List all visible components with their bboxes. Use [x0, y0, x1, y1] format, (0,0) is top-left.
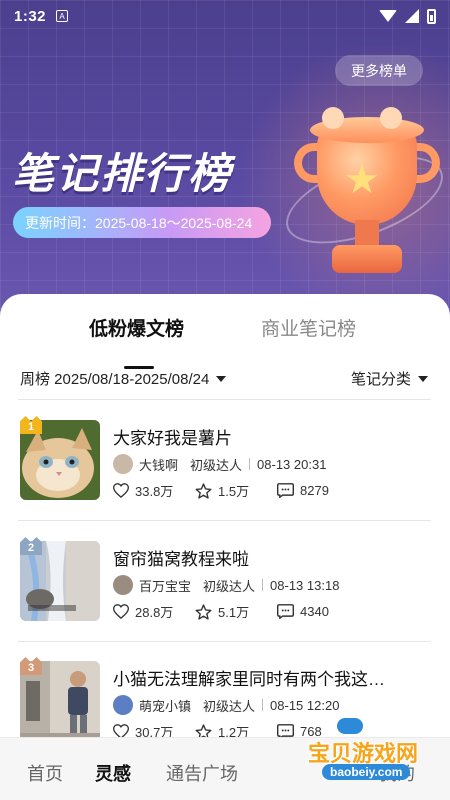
notification-icon: A	[56, 10, 69, 22]
period-label: 周榜 2025/08/18-2025/08/24	[20, 371, 210, 388]
star-outline-icon	[195, 482, 212, 499]
tab-commercial-notes[interactable]: 商业笔记榜	[261, 314, 356, 341]
publish-time: 08-13 13:18	[270, 577, 340, 593]
note-stats: 28.8万 5.1万 4340	[113, 602, 359, 621]
star-icon: ★	[344, 158, 380, 202]
note-title: 小猫无法理解家里同时有两个我这…	[113, 670, 385, 689]
heart-icon	[113, 483, 129, 498]
comment-icon	[277, 604, 294, 619]
site-watermark: 宝贝游戏网 baobeiy.com	[300, 718, 450, 800]
rank-number: 3	[27, 662, 35, 674]
favorites-count: 5.1万	[218, 605, 250, 620]
heart-icon	[113, 724, 129, 739]
signal-icon	[405, 9, 419, 23]
author-level: 初级达人	[203, 578, 256, 594]
rank-number: 1	[27, 421, 35, 433]
rank-number: 2	[27, 542, 35, 554]
period-selector[interactable]: 周榜 2025/08/18-2025/08/24	[20, 368, 227, 389]
note-stats: 33.8万 1.5万 8279	[113, 481, 359, 500]
avatar	[113, 454, 133, 474]
trophy-eye-right	[380, 107, 402, 129]
rank-badge: 3	[20, 657, 42, 675]
status-icons	[379, 8, 436, 24]
rank-badge: 1	[20, 416, 42, 434]
rank-badge: 2	[20, 537, 42, 555]
filter-row: 周榜 2025/08/18-2025/08/24 笔记分类	[0, 368, 450, 390]
comment-icon	[277, 724, 294, 739]
note-item[interactable]: 1 大家好我是薯片 大钱啊 初级达人 08-13 20:31 33.8万 1.5…	[0, 416, 450, 530]
separator	[262, 699, 264, 711]
wifi-icon	[379, 10, 397, 22]
likes-stat: 28.8万	[113, 602, 195, 621]
nav-announcement-square[interactable]: 通告广场	[166, 760, 238, 786]
favorites-count: 1.5万	[218, 484, 250, 499]
note-meta: 百万宝宝 初级达人 08-13 13:18	[113, 575, 339, 595]
likes-count: 28.8万	[135, 605, 174, 620]
favorites-stat: 5.1万	[195, 602, 277, 621]
page-title: 笔记排行榜	[12, 150, 233, 197]
likes-stat: 33.8万	[113, 481, 195, 500]
author-name: 大钱啊	[139, 457, 179, 473]
likes-count: 33.8万	[135, 484, 174, 499]
trophy-eye-left	[322, 107, 344, 129]
separator	[249, 458, 251, 470]
note-meta: 大钱啊 初级达人 08-13 20:31	[113, 454, 326, 474]
author-name: 百万宝宝	[139, 578, 192, 594]
status-bar: 1:32 A	[0, 0, 450, 32]
battery-icon	[427, 8, 436, 24]
publish-time: 08-13 20:31	[257, 456, 327, 472]
author-level: 初级达人	[203, 698, 256, 714]
separator	[262, 579, 264, 591]
hero-banner: 1:32 A 更多榜单 笔记排行榜 更新时间：2025-08-18～2025-0…	[0, 0, 450, 320]
gamepad-icon	[337, 718, 363, 734]
avatar	[113, 695, 133, 715]
divider	[18, 520, 431, 521]
divider	[18, 641, 431, 642]
nav-inspiration[interactable]: 灵感	[95, 760, 131, 786]
note-meta: 萌宠小镇 初级达人 08-15 12:20	[113, 695, 339, 715]
comments-stat: 8279	[277, 483, 359, 498]
more-rankings-button[interactable]: 更多榜单	[335, 55, 423, 86]
caret-down-icon	[216, 375, 227, 382]
author-level: 初级达人	[190, 457, 243, 473]
heart-icon	[113, 604, 129, 619]
watermark-url: baobeiy.com	[322, 764, 411, 780]
tab-low-fan-hits[interactable]: 低粉爆文榜	[89, 314, 184, 341]
comments-stat: 4340	[277, 604, 359, 619]
trophy-base	[332, 245, 402, 273]
favorites-stat: 1.5万	[195, 481, 277, 500]
avatar	[113, 575, 133, 595]
caret-down-icon	[418, 375, 428, 382]
divider	[18, 399, 431, 400]
category-label: 笔记分类	[350, 371, 411, 388]
comment-icon	[277, 483, 294, 498]
comments-count: 4340	[300, 604, 329, 619]
status-time: 1:32	[14, 7, 47, 25]
note-title: 大家好我是薯片	[113, 429, 232, 448]
author-name: 萌宠小镇	[139, 698, 192, 714]
note-item[interactable]: 2 窗帘猫窝教程来啦 百万宝宝 初级达人 08-13 13:18 28.8万 5…	[0, 537, 450, 651]
trophy-illustration: ★	[272, 95, 450, 295]
star-outline-icon	[195, 603, 212, 620]
note-title: 窗帘猫窝教程来啦	[113, 550, 249, 569]
ranking-tabs: 低粉爆文榜 商业笔记榜	[0, 314, 450, 369]
nav-home[interactable]: 首页	[27, 760, 63, 786]
update-time-badge: 更新时间：2025-08-18～2025-08-24	[13, 207, 271, 238]
category-selector[interactable]: 笔记分类	[351, 368, 428, 389]
comments-count: 8279	[300, 483, 329, 498]
publish-time: 08-15 12:20	[270, 697, 340, 713]
